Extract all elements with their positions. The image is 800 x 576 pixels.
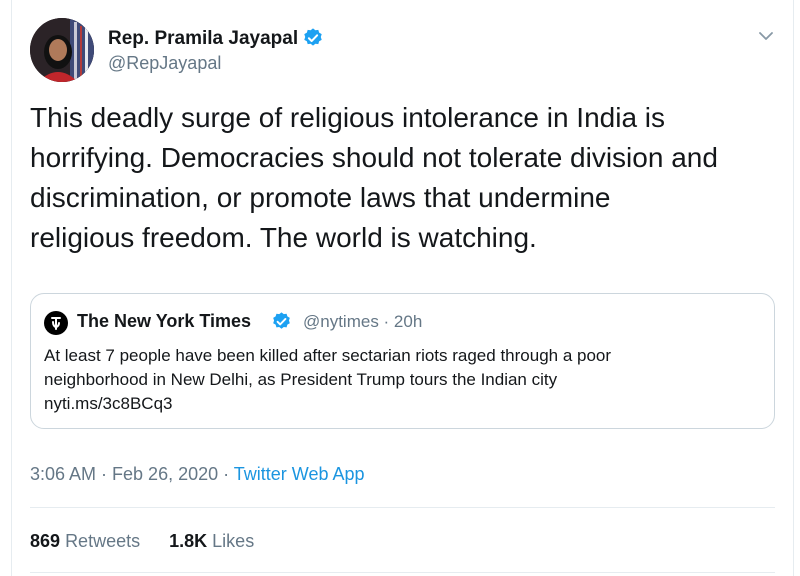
likes-label: Likes: [212, 531, 255, 551]
likes-count: 1.8K: [169, 531, 208, 551]
avatar[interactable]: [30, 18, 94, 82]
verified-badge-icon: [304, 28, 322, 46]
retweets-label: Retweets: [65, 531, 141, 551]
retweets-stat[interactable]: 869 Retweets: [30, 531, 140, 551]
quoted-text-line: At least 7 people have been killed after…: [44, 346, 612, 365]
tweet-text-line: religious freedom. The world is watching…: [30, 222, 537, 253]
source-link[interactable]: Twitter Web App: [234, 464, 365, 484]
divider: [30, 507, 775, 508]
quoted-text-line: nyti.ms/3c8BCq3: [44, 394, 173, 413]
quoted-tweet[interactable]: The New York Times @nytimes · 20h At lea…: [30, 293, 775, 429]
likes-stat[interactable]: 1.8K Likes: [169, 531, 254, 551]
verified-badge-icon: [273, 312, 290, 329]
author-handle[interactable]: @RepJayapal: [108, 53, 221, 74]
tweet-text-line: horrifying. Democracies should not toler…: [30, 142, 718, 173]
retweets-count: 869: [30, 531, 61, 551]
tweet-text: This deadly surge of religious intoleran…: [30, 98, 790, 258]
author-display-name[interactable]: Rep. Pramila Jayapal: [108, 28, 298, 50]
timestamp[interactable]: 3:06 AM · Feb 26, 2020 ·: [30, 464, 234, 484]
tweet-text-line: discrimination, or promote laws that und…: [30, 182, 611, 213]
quoted-text: At least 7 people have been killed after…: [44, 344, 764, 416]
chevron-down-icon[interactable]: [756, 26, 776, 46]
tweet-text-line: This deadly surge of religious intoleran…: [30, 102, 666, 133]
nyt-logo-icon: [44, 311, 68, 335]
tweet-meta: 3:06 AM · Feb 26, 2020 · Twitter Web App: [30, 464, 365, 485]
quoted-handle-time: @nytimes · 20h: [303, 312, 423, 331]
quoted-text-line: neighborhood in New Delhi, as President …: [44, 370, 558, 389]
quoted-display-name: The New York Times: [77, 311, 252, 331]
divider: [30, 572, 775, 573]
tweet-card: [11, 0, 794, 576]
tweet-stats: 869 Retweets 1.8K Likes: [30, 531, 278, 552]
